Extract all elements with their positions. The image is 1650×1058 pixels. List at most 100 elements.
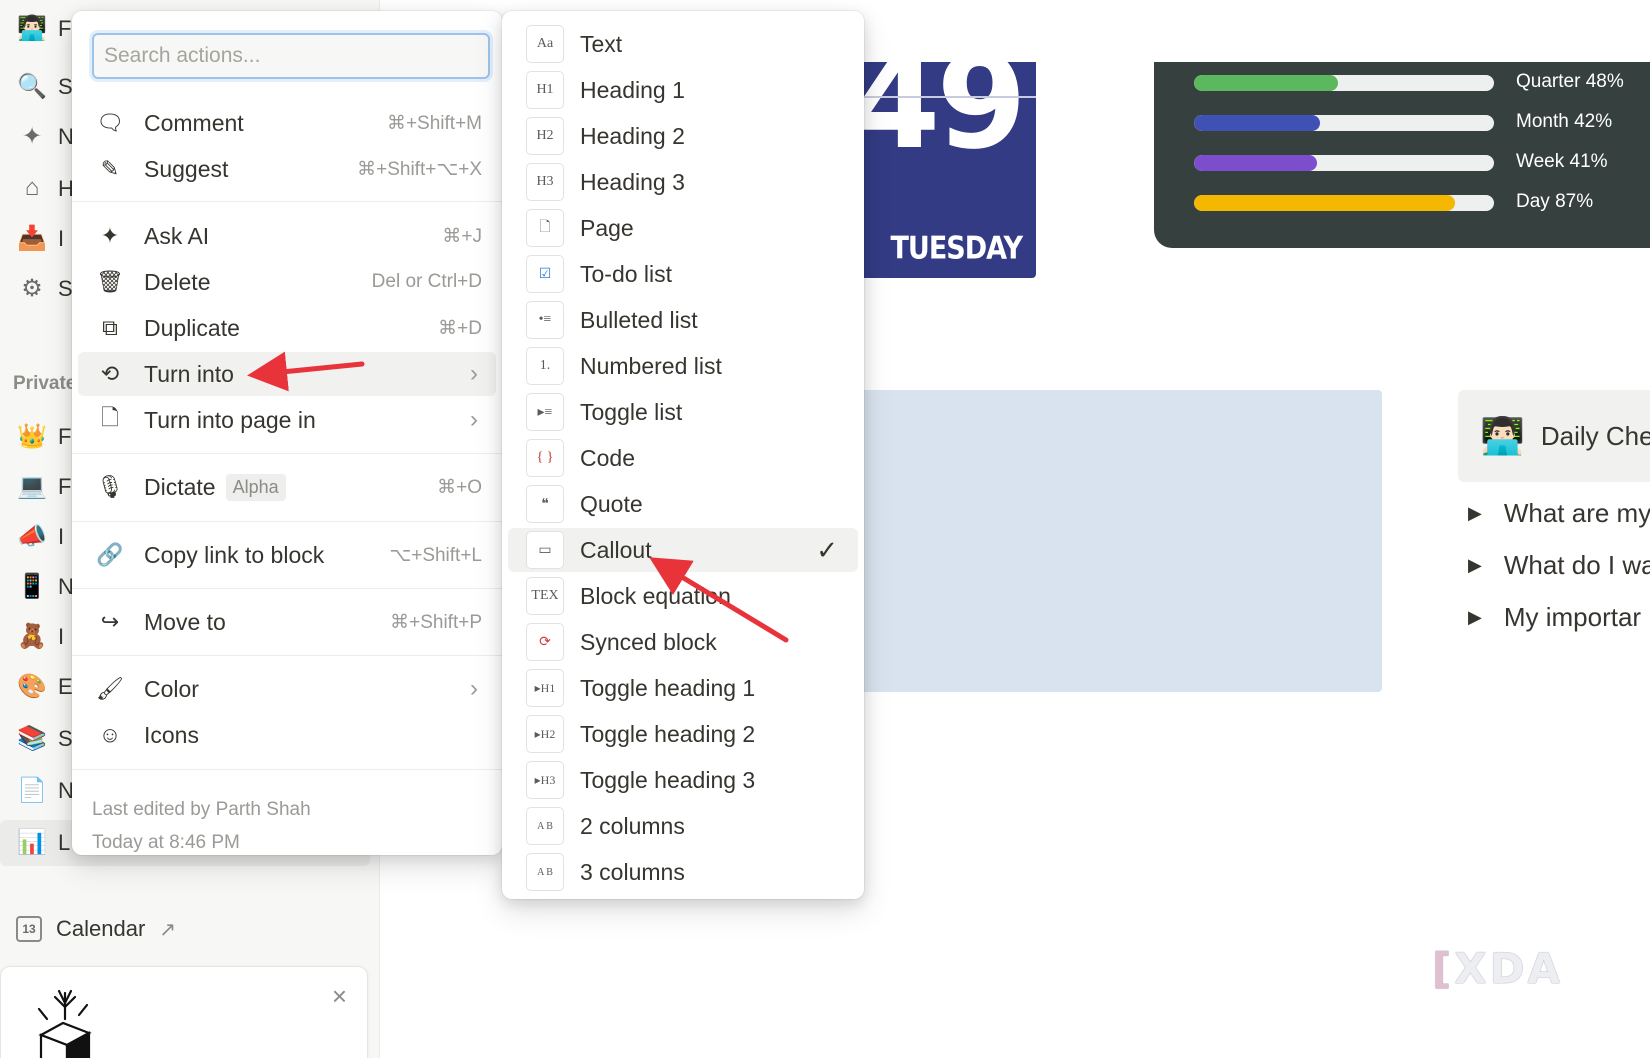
block-type-label: 2 columns (580, 812, 685, 839)
menu-item-suggest[interactable]: ✎ Suggest ⌘+Shift+⌥+X (78, 147, 496, 191)
block-type-label: Quote (580, 490, 643, 517)
bullet-icon: •≡ (526, 301, 564, 339)
heading-2-icon: H2 (526, 117, 564, 155)
progress-fill (1194, 195, 1455, 211)
block-type-callout[interactable]: ▭ Callout ✓ (508, 528, 858, 572)
menu-item-move-to[interactable]: ↪ Move to ⌘+Shift+P (78, 600, 496, 644)
progress-track (1194, 195, 1494, 211)
avatar-icon[interactable]: 👨🏻‍💻 (16, 12, 48, 44)
avatar-icon: 👨🏻‍💻 (1480, 415, 1525, 456)
selected-callout-block[interactable] (850, 390, 1382, 692)
search-icon[interactable]: 🔍 (16, 70, 48, 102)
sparkle-icon: ✦ (100, 223, 120, 248)
menu-item-copy-link[interactable]: 🔗 Copy link to block ⌥+Shift+L (78, 533, 496, 577)
menu-item-label: Dictate (144, 473, 216, 500)
menu-item-ask-ai[interactable]: ✦ Ask AI ⌘+J (78, 214, 496, 258)
block-type-bulleted-list[interactable]: •≡ Bulleted list (508, 298, 858, 342)
turn-into-submenu: Aa Text H1 Heading 1 H2 Heading 2 H3 Hea… (502, 11, 864, 899)
progress-fill (1194, 155, 1317, 171)
block-type-label: Text (580, 30, 623, 57)
menu-item-turn-into[interactable]: ⟲ Turn into › (78, 352, 496, 396)
block-type-toggle-heading-1[interactable]: ▸H1 Toggle heading 1 (508, 666, 858, 710)
block-type-text[interactable]: Aa Text (508, 22, 858, 66)
block-type-label: Callout (580, 536, 652, 563)
progress-month: Month 42% (1194, 111, 1650, 133)
toggle-question-3[interactable]: ▶ My importar (1468, 602, 1641, 633)
menu-item-dictate[interactable]: 🎙 Dictate Alpha ⌘+O (78, 465, 496, 509)
block-type-synced-block[interactable]: ⟳ Synced block (508, 620, 858, 664)
menu-item-color[interactable]: 🖌 Color › (78, 667, 496, 711)
sparkle-icon[interactable]: ✦ (16, 120, 48, 152)
block-type-toggle-list[interactable]: ▸≡ Toggle list (508, 390, 858, 434)
block-type-code[interactable]: { } Code (508, 436, 858, 480)
menu-item-label: Copy link to block (144, 541, 325, 568)
checkbox-icon: ☑ (526, 255, 564, 293)
alpha-badge: Alpha (225, 473, 286, 501)
menu-item-icons[interactable]: ☺ Icons (78, 713, 496, 757)
block-type-heading-3[interactable]: H3 Heading 3 (508, 160, 858, 204)
duplicate-icon: ⧉ (102, 315, 118, 340)
progress-label: Week 41% (1516, 151, 1608, 172)
toggle-question-text: What are my (1503, 498, 1650, 528)
microphone-icon: 🎙 (96, 474, 124, 499)
date-widget: 49 TUESDAY (840, 62, 1036, 278)
menu-item-duplicate[interactable]: ⧉ Duplicate ⌘+D (78, 306, 496, 350)
menu-divider (72, 201, 502, 202)
shortcut-hint: ⌘+J (442, 225, 482, 247)
block-type-label: Toggle heading 3 (580, 766, 756, 793)
progress-fill (1194, 115, 1320, 131)
inbox-icon[interactable]: 📥 (16, 222, 48, 254)
last-edited-info: Last edited by Parth Shah Today at 8:46 … (92, 793, 311, 859)
close-icon[interactable]: × (332, 981, 347, 1012)
shortcut-hint: ⌘+Shift+M (386, 112, 482, 134)
block-type-toggle-heading-3[interactable]: ▸H3 Toggle heading 3 (508, 758, 858, 802)
xda-watermark-logo: [XDA (1432, 944, 1563, 993)
settings-icon[interactable]: ⚙ (16, 272, 48, 304)
toggle-triangle-icon[interactable]: ▶ (1468, 607, 1482, 628)
sidebar-section-private: Private (13, 373, 73, 394)
progress-track (1194, 155, 1494, 171)
menu-item-label: Color (144, 675, 199, 702)
page-icon: 📄 (17, 776, 47, 804)
toggle-question-text: My importar (1503, 602, 1642, 632)
block-type-toggle-heading-2[interactable]: ▸H2 Toggle heading 2 (508, 712, 858, 756)
menu-item-delete[interactable]: 🗑 Delete Del or Ctrl+D (78, 260, 496, 304)
sidebar-item-calendar[interactable]: 13 Calendar ↗ (16, 916, 176, 942)
callout-icon: ▭ (526, 531, 564, 569)
home-icon[interactable]: ⌂ (16, 172, 48, 204)
block-type-3-columns[interactable]: A B 3 columns (508, 850, 858, 894)
progress-label: Day 87% (1516, 191, 1594, 212)
toggle-triangle-icon[interactable]: ▶ (1468, 503, 1482, 524)
menu-item-label: Duplicate (144, 314, 240, 341)
block-action-menu: 🗨 Comment ⌘+Shift+M ✎ Suggest ⌘+Shift+⌥+… (72, 11, 502, 855)
block-type-todo-list[interactable]: ☑ To-do list (508, 252, 858, 296)
toggle-question-2[interactable]: ▶ What do I wa (1468, 550, 1650, 581)
block-type-block-equation[interactable]: TEX Block equation (508, 574, 858, 618)
suggest-icon: ✎ (100, 156, 120, 181)
block-type-label: 3 columns (580, 858, 685, 885)
block-type-heading-2[interactable]: H2 Heading 2 (508, 114, 858, 158)
menu-item-comment[interactable]: 🗨 Comment ⌘+Shift+M (78, 101, 496, 145)
menu-item-turn-into-page-in[interactable]: 🗋 Turn into page in › (78, 398, 496, 442)
chart-icon: 📊 (17, 828, 47, 856)
menu-divider (72, 655, 502, 656)
block-type-numbered-list[interactable]: 1. Numbered list (508, 344, 858, 388)
block-type-quote[interactable]: ❝ Quote (508, 482, 858, 526)
chevron-right-icon: › (470, 406, 478, 433)
crown-icon: 👑 (17, 422, 47, 450)
block-type-heading-1[interactable]: H1 Heading 1 (508, 68, 858, 112)
block-type-2-columns[interactable]: A B 2 columns (508, 804, 858, 848)
move-icon: ↪ (100, 609, 120, 634)
date-divider (840, 96, 1036, 98)
daily-checkin-callout[interactable]: 👨🏻‍💻 Daily Chec (1458, 390, 1650, 482)
menu-item-label: Suggest (144, 155, 229, 182)
toggle-question-1[interactable]: ▶ What are my (1468, 498, 1650, 529)
synced-icon: ⟳ (526, 623, 564, 661)
block-type-page[interactable]: 🗋 Page (508, 206, 858, 250)
toggle-triangle-icon[interactable]: ▶ (1468, 555, 1482, 576)
block-type-label: Toggle heading 1 (580, 674, 756, 701)
menu-item-label: Delete (144, 268, 211, 295)
columns-2-icon: A B (526, 807, 564, 845)
search-actions-input[interactable] (92, 33, 490, 79)
date-day: TUESDAY (890, 230, 1023, 267)
